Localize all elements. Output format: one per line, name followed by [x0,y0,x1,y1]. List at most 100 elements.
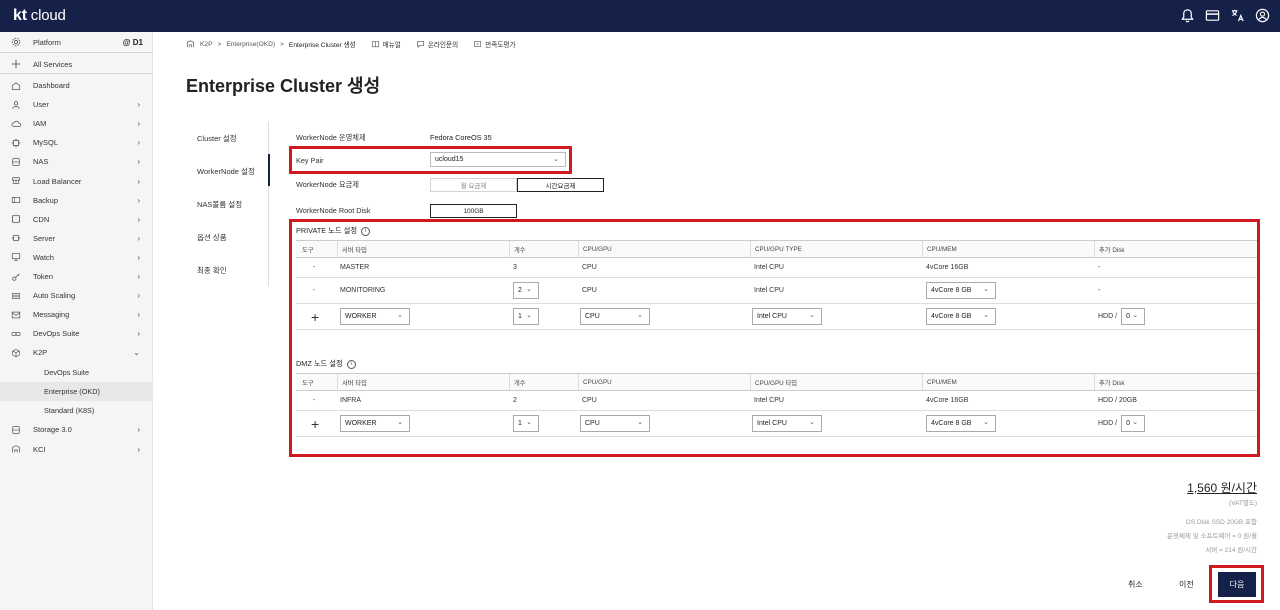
breadcrumb-separator: > [217,40,222,48]
chevron-right-icon: › [137,233,140,243]
all-services-label: All Services [33,59,73,69]
total-price: 1,560 원/시간 [1187,481,1257,495]
chevron-right-icon: › [137,119,140,129]
sidebar-item-auto-scaling[interactable]: Auto Scaling › [0,286,153,305]
building-icon [186,40,195,48]
survey-link[interactable]: 만족도평가 [473,39,516,49]
sidebar-item-label: Token [33,272,54,281]
highlight-next-button [1209,565,1264,603]
sidebar-item-storage-3-0[interactable]: Storage 3.0 › [0,420,153,439]
billing-monthly-option[interactable]: 월 요금제 [430,178,517,192]
sidebar-item-token[interactable]: Token › [0,267,153,286]
inquiry-link[interactable]: 온라인문의 [416,39,458,49]
mail-icon [10,309,21,320]
cdn-icon [10,214,21,225]
sidebar-item-user[interactable]: User › [0,95,153,114]
sidebar-item-label: K2P [33,348,48,358]
sidebar-item-label: Watch [33,252,54,262]
sidebar-item-k2p[interactable]: K2P ⌄ [0,343,153,362]
breadcrumb-current: Enterprise Cluster 생성 [288,42,356,49]
language-icon[interactable] [1230,8,1245,23]
sidebar-subitem-standard-k8s[interactable]: Standard (K8S) [0,401,153,420]
sidebar-item-label: KCI [33,444,46,454]
server-icon [10,233,21,244]
home-icon [10,80,21,91]
page-title: Enterprise Cluster 생성 [186,76,381,96]
sidebar-item-nas[interactable]: NAS › [0,152,153,171]
chat-icon [416,41,424,48]
chevron-right-icon: › [137,272,140,281]
cancel-button[interactable]: 취소 [1128,579,1143,590]
sidebar-item-label: Backup [33,195,59,205]
manual-link[interactable]: 매뉴얼 [371,39,401,49]
chevron-right-icon: › [137,310,140,320]
sidebar-item-label: Server [33,233,56,243]
step-confirm[interactable]: 최종 확인 [197,265,227,276]
price-note: OS Disk SSD 20GB 포함 [1185,519,1257,526]
breadcrumb-separator: > [280,40,284,48]
key-icon [10,271,21,282]
sidebar-item-watch[interactable]: Watch › [0,248,153,267]
user-icon[interactable] [1255,8,1270,23]
sidebar-item-mysql[interactable]: MySQL › [0,133,153,152]
all-services-link[interactable]: All Services [0,55,153,74]
sidebar-item-label: Auto Scaling [33,291,76,301]
sidebar-item-messaging[interactable]: Messaging › [0,305,153,324]
highlight-keypair [289,146,572,174]
backup-icon [10,195,21,206]
sidebar-item-iam[interactable]: IAM › [0,114,153,133]
sidebar-item-label: Dashboard [33,81,70,90]
sidebar-item-label: DevOps Suite [33,329,80,339]
breadcrumb-root[interactable]: K2P [200,41,212,48]
billing-hourly-option[interactable]: 시간요금제 [517,178,604,192]
zone-badge: @ D1 [122,37,143,47]
sidebar-item-label: MySQL [33,138,59,148]
link-icon [10,328,21,339]
card-icon[interactable] [1205,8,1220,23]
platform-selector[interactable]: Platform @ D1 [0,32,153,53]
sidebar-item-dashboard[interactable]: Dashboard [0,76,153,95]
chevron-right-icon: › [137,444,140,454]
book-icon [371,41,379,48]
sidebar-item-server[interactable]: Server › [0,229,153,248]
survey-icon [474,41,482,47]
chip-icon [10,137,21,148]
sidebar-subitem-enterprise-okd[interactable]: Enterprise (OKD) [0,381,153,401]
chevron-right-icon: › [137,195,140,205]
sidebar-item-label: User [33,100,49,110]
chevron-right-icon: › [137,157,140,167]
sidebar-item-label: Storage 3.0 [33,425,72,435]
sidebar-subitem-devops-suite[interactable]: DevOps Suite [0,363,153,382]
vat-note: (VAT별도) [1229,500,1257,507]
os-label: WorkerNode 운영체제 [296,133,366,142]
bell-icon[interactable] [1180,8,1195,23]
sidebar-item-kci[interactable]: KCI › [0,440,153,459]
billing-label: WorkerNode 요금제 [296,180,359,189]
prev-button[interactable]: 이전 [1179,579,1194,590]
gear-icon [10,37,21,48]
sidebar-item-load-balancer[interactable]: Load Balancer › [0,172,153,191]
step-options[interactable]: 옵션 상품 [197,232,227,243]
chevron-right-icon: › [137,176,140,186]
platform-label: Platform [33,37,61,47]
storage-icon [10,424,21,435]
step-cluster[interactable]: Cluster 설정 [197,133,237,144]
storage-icon [10,156,21,167]
sidebar-item-label: NAS [33,157,49,167]
sidebar-item-devops-suite[interactable]: DevOps Suite › [0,324,153,343]
chevron-right-icon: › [137,329,140,339]
user-icon [10,99,21,110]
kci-icon [10,444,21,455]
sidebar-item-cdn[interactable]: CDN › [0,210,153,229]
cube-icon [10,347,21,358]
step-nas[interactable]: NAS볼륨 설정 [197,199,242,210]
sidebar-item-label: CDN [33,214,50,224]
step-workernode[interactable]: WorkerNode 설정 [197,166,255,177]
price-note: 운영체제 및 소프트웨어 = 0 원/월 [1166,533,1257,540]
breadcrumb-mid[interactable]: Enterprise(OKD) [226,41,275,48]
kt-cloud-logo[interactable]: kt cloud [13,7,66,25]
active-step-indicator [268,154,270,186]
sidebar-item-backup[interactable]: Backup › [0,191,153,210]
chevron-right-icon: › [137,252,140,262]
root-disk-value: 100GB [430,204,517,218]
